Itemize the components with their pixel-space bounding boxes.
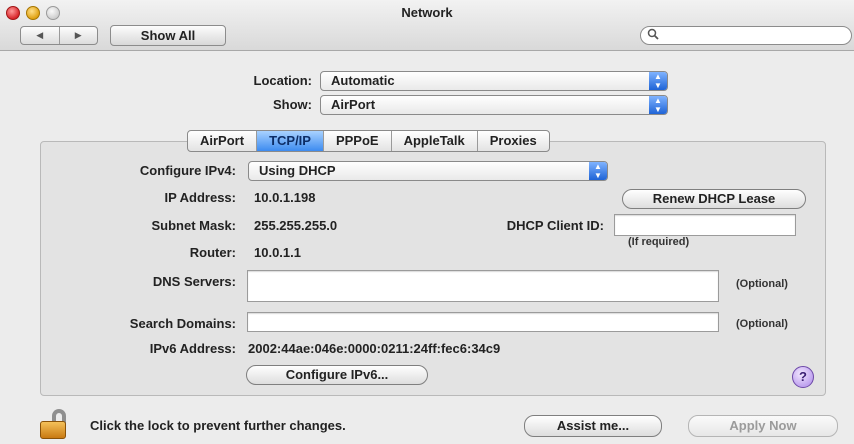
tab-pppoe[interactable]: PPPoE <box>324 131 392 151</box>
ipv6-address-value: 2002:44ae:046e:0000:0211:24ff:fec6:34c9 <box>248 341 501 356</box>
popup-arrows-icon: ▲ ▼ <box>589 162 607 180</box>
ip-address-value: 10.0.1.198 <box>254 190 316 205</box>
lock-icon <box>40 421 66 439</box>
show-popup[interactable]: AirPort ▲ ▼ <box>320 95 668 115</box>
back-arrow-icon: ◀ <box>36 30 44 40</box>
title-bar: Network ◀ ▶ Show All <box>0 0 854 51</box>
ip-address-label: IP Address: <box>164 190 236 205</box>
dhcp-client-id-hint: (If required) <box>628 236 690 248</box>
renew-dhcp-lease-button[interactable]: Renew DHCP Lease <box>622 189 806 209</box>
popup-arrows-icon: ▲ ▼ <box>649 96 667 114</box>
search-domains-label: Search Domains: <box>129 316 236 331</box>
back-forward-control: ◀ ▶ <box>20 26 98 45</box>
location-value: Automatic <box>331 73 395 88</box>
configure-ipv4-value: Using DHCP <box>259 163 336 178</box>
dhcp-client-id-field[interactable] <box>614 214 796 236</box>
lock-button[interactable] <box>40 409 74 439</box>
search-domains-hint: (Optional) <box>736 318 788 330</box>
router-label: Router: <box>189 245 236 260</box>
configure-ipv6-button[interactable]: Configure IPv6... <box>246 365 428 385</box>
back-button[interactable]: ◀ <box>21 27 59 44</box>
search-field[interactable] <box>640 26 852 45</box>
location-popup[interactable]: Automatic ▲ ▼ <box>320 71 668 91</box>
search-icon <box>647 28 659 43</box>
router-value: 10.0.1.1 <box>254 245 301 260</box>
ipv6-address-label: IPv6 Address: <box>149 341 236 356</box>
tab-airport[interactable]: AirPort <box>188 131 258 151</box>
assist-me-button[interactable]: Assist me... <box>524 415 662 437</box>
tab-proxies[interactable]: Proxies <box>478 131 549 151</box>
subnet-mask-label: Subnet Mask: <box>151 218 236 233</box>
show-label: Show: <box>273 97 312 112</box>
tab-appletalk[interactable]: AppleTalk <box>392 131 478 151</box>
network-preferences-window: Network ◀ ▶ Show All Location: Automatic… <box>0 0 854 444</box>
dhcp-client-id-label: DHCP Client ID: <box>506 218 604 233</box>
show-value: AirPort <box>331 97 376 112</box>
window-title: Network <box>401 5 453 20</box>
configure-ipv4-popup[interactable]: Using DHCP ▲ ▼ <box>248 161 608 181</box>
configure-ipv4-label: Configure IPv4: <box>139 163 236 178</box>
tab-bar: AirPort TCP/IP PPPoE AppleTalk Proxies <box>187 130 550 152</box>
dns-servers-hint: (Optional) <box>736 278 788 290</box>
subnet-mask-value: 255.255.255.0 <box>254 218 338 233</box>
help-button[interactable]: ? <box>792 366 814 388</box>
forward-arrow-icon: ▶ <box>74 30 82 40</box>
lock-status-text: Click the lock to prevent further change… <box>90 418 346 433</box>
tab-tcpip[interactable]: TCP/IP <box>257 131 324 151</box>
location-label: Location: <box>253 73 313 88</box>
apply-now-button[interactable]: Apply Now <box>688 415 838 437</box>
dns-servers-field[interactable] <box>247 270 719 302</box>
search-domains-field[interactable] <box>247 312 719 332</box>
show-all-button[interactable]: Show All <box>110 25 226 46</box>
forward-button[interactable]: ▶ <box>58 27 98 44</box>
popup-arrows-icon: ▲ ▼ <box>649 72 667 90</box>
dns-servers-label: DNS Servers: <box>152 274 236 289</box>
